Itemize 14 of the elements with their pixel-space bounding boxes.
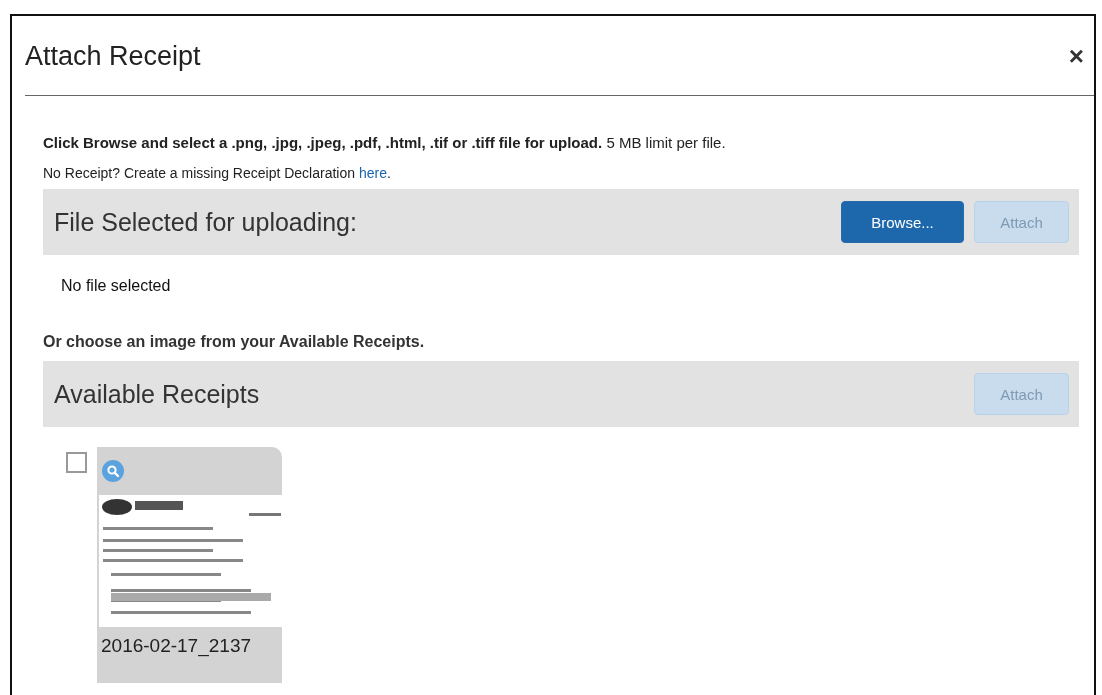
receipt-checkbox[interactable] xyxy=(66,452,87,473)
here-link[interactable]: here xyxy=(358,165,387,181)
browse-button[interactable]: Browse... xyxy=(841,201,964,243)
choose-prompt-text: Or choose an image from your Available Receipts. xyxy=(43,333,426,351)
receipt-card[interactable]: 2016-02-17_2137 xyxy=(97,447,282,683)
receipt-filename: 2016-02-17_2137 xyxy=(100,634,253,657)
section-heading: File Selected for uploading: xyxy=(54,207,357,237)
section-heading: Available Receipts xyxy=(54,379,260,409)
declaration-text: No Receipt? Create a missing Receipt Declaration here. xyxy=(43,165,392,181)
dialog-title: Attach Receipt xyxy=(25,41,201,72)
close-button[interactable]: × xyxy=(1058,41,1094,72)
file-status-text: No file selected xyxy=(61,277,172,295)
search-icon[interactable] xyxy=(102,460,124,482)
instruction-text: Click Browse and select a .png, .jpg, .jpeg, .pdf, .html, .tif or .tiff file for upload. 5 MB limit per file. xyxy=(43,134,727,151)
